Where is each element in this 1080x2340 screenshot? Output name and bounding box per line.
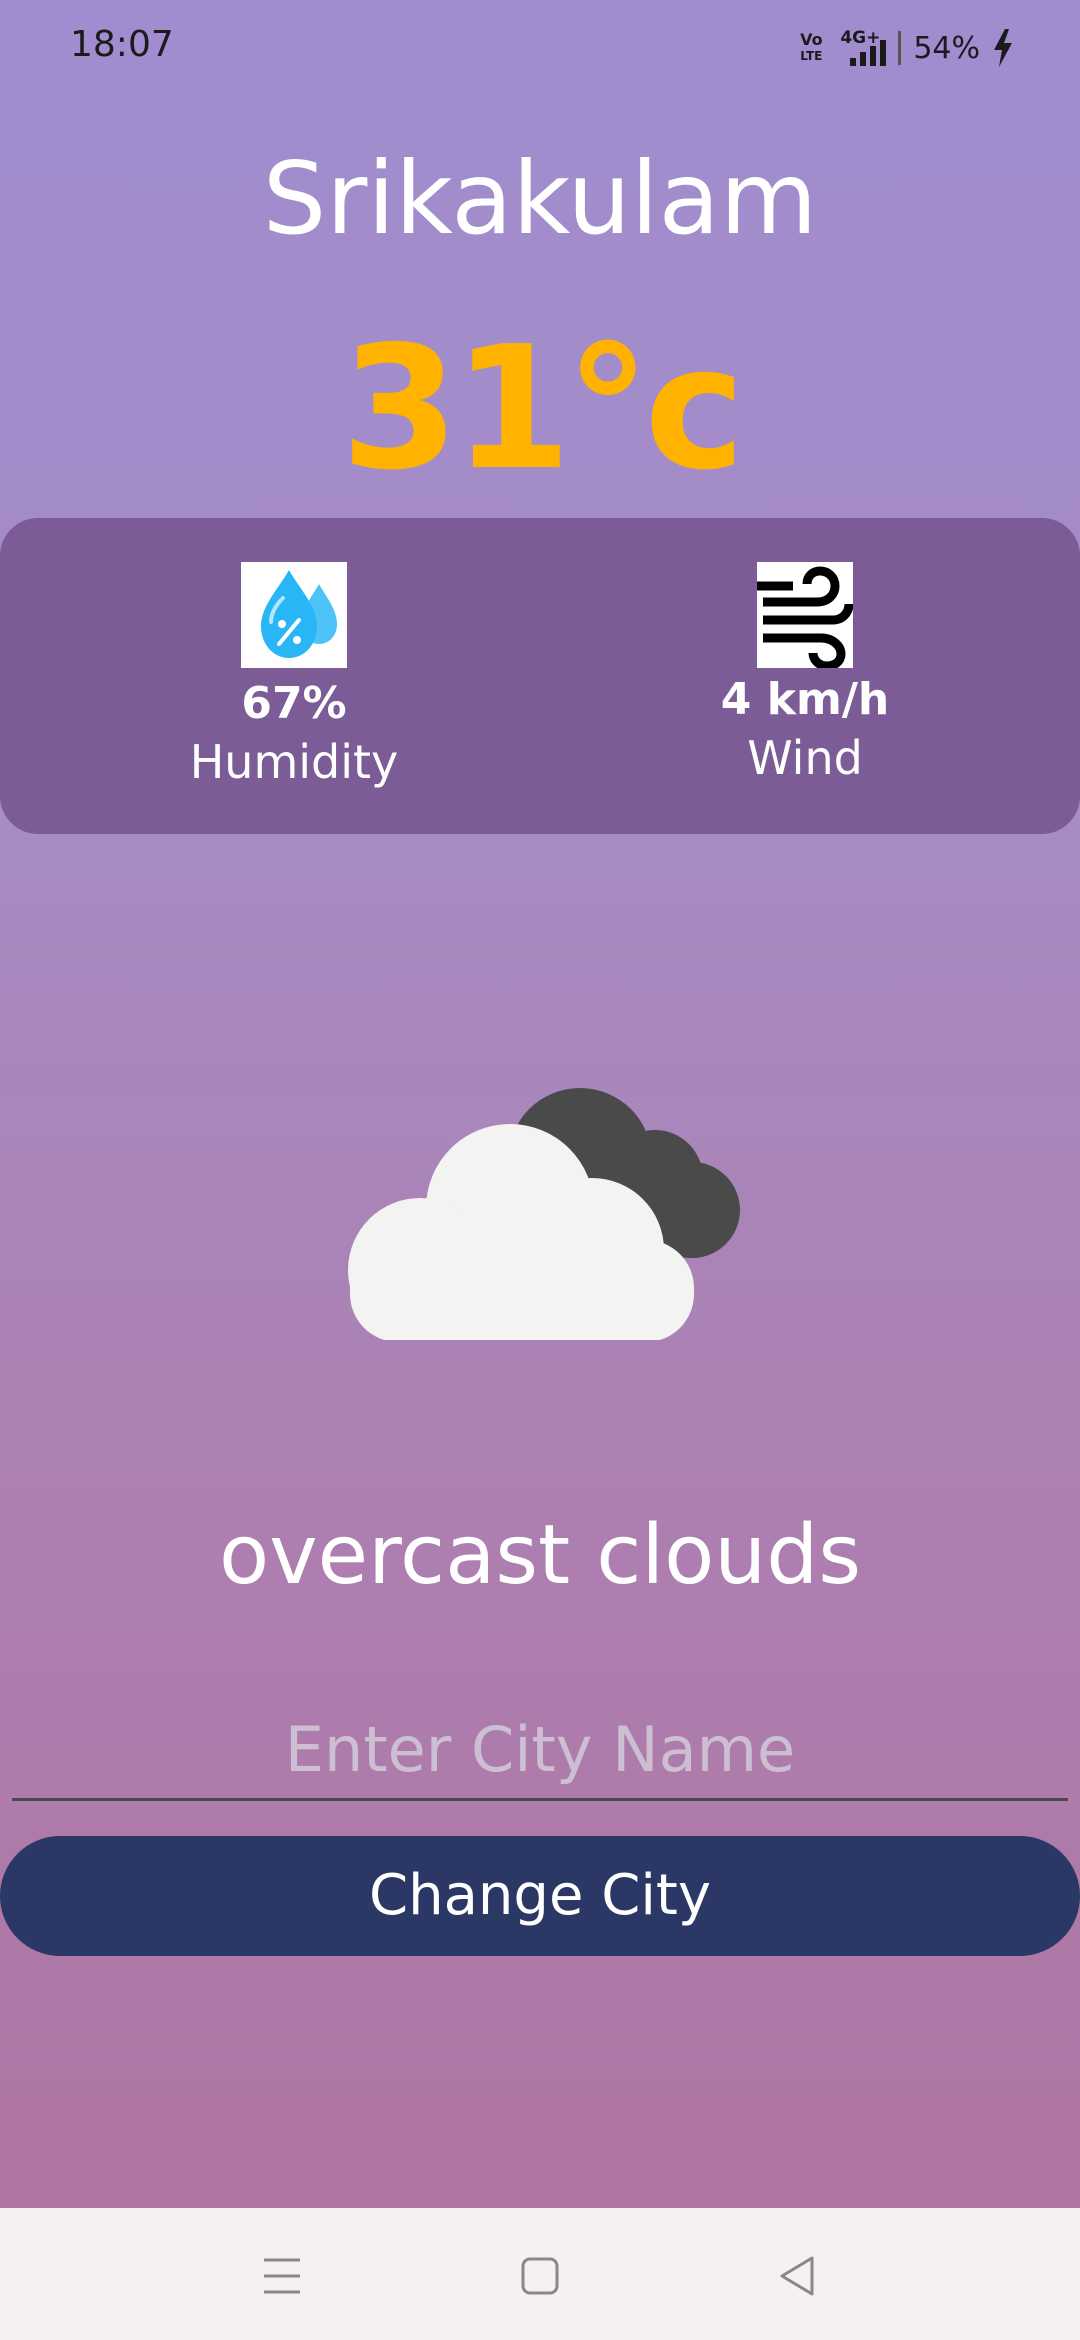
humidity-icon: [241, 562, 347, 668]
city-name: Srikakulam: [262, 140, 818, 257]
wind-label: Wind: [747, 731, 863, 785]
menu-icon[interactable]: [252, 2246, 312, 2306]
humidity-label: Humidity: [189, 735, 399, 789]
humidity-value: 67%: [241, 678, 347, 729]
overcast-clouds-icon: [348, 1088, 740, 1340]
signal-bars: [850, 40, 887, 66]
change-city-button[interactable]: Change City: [0, 1836, 1080, 1956]
wind-panel: 4 km/h Wind: [655, 562, 955, 785]
charging-icon: [994, 29, 1012, 67]
volte-top: Vo: [800, 30, 823, 49]
battery-percent: 54%: [913, 30, 980, 66]
city-name-input[interactable]: [12, 1700, 1068, 1801]
signal-icon: 4G+: [836, 28, 887, 68]
wind-value: 4 km/h: [720, 674, 890, 725]
wind-icon: [757, 562, 854, 671]
humidity-panel: 67% Humidity: [144, 562, 444, 789]
status-bar: 18:07 Vo LTE 4G+ 54%: [0, 0, 1080, 96]
volte-bottom: LTE: [800, 49, 823, 63]
status-time: 18:07: [70, 24, 174, 65]
weather-details-card: 67% Humidity 4 km/h Wind: [0, 518, 1080, 834]
weather-description: overcast clouds: [218, 1508, 862, 1603]
navigation-bar: [0, 2208, 1080, 2340]
volte-icon: Vo LTE: [798, 32, 824, 64]
status-separator: [898, 31, 902, 65]
home-icon[interactable]: [510, 2246, 570, 2306]
status-icons: Vo LTE 4G+ 54%: [798, 26, 1014, 70]
temperature: 31°c: [340, 310, 745, 508]
weather-screen: 18:07 Vo LTE 4G+ 54% Srikakulam 31°c 67%…: [0, 0, 1080, 2340]
wind-glyph: [757, 566, 854, 671]
back-icon[interactable]: [768, 2246, 828, 2306]
